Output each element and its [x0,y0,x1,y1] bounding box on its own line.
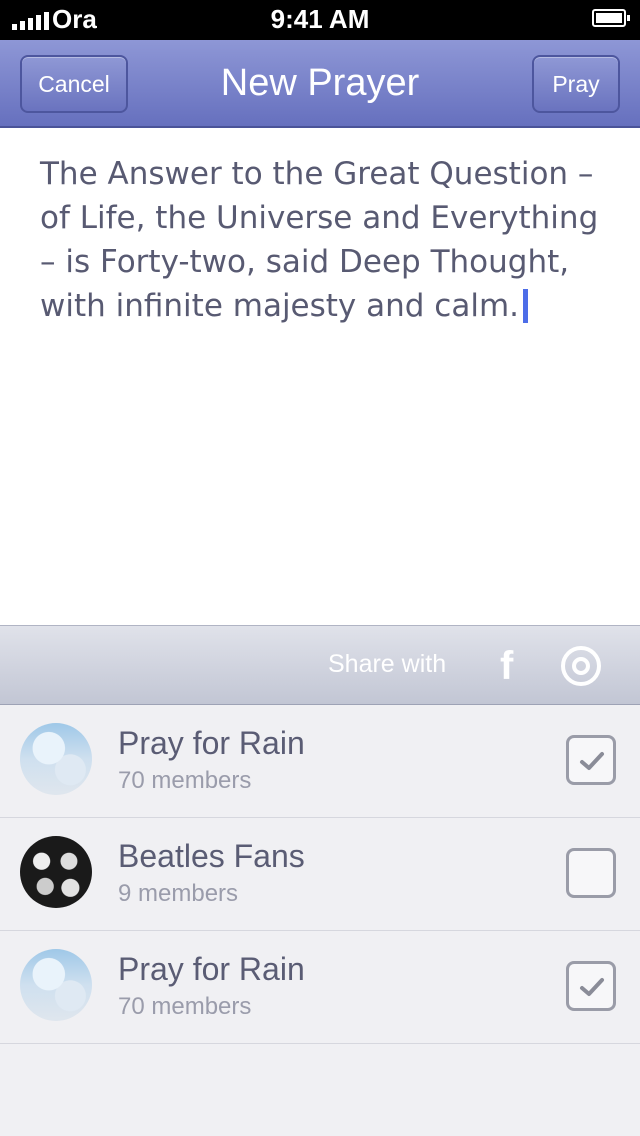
prayer-text-content[interactable]: The Answer to the Great Question – of Li… [40,152,610,328]
group-member-count: 70 members [118,993,252,1020]
circle-target-icon[interactable] [561,646,601,686]
group-member-count: 70 members [118,767,252,794]
group-row-beatles-fans[interactable]: Beatles Fans 9 members [0,818,640,931]
group-name: Beatles Fans [118,838,305,874]
group-avatar [20,723,92,795]
group-list: Pray for Rain 70 members Beatles Fans 9 … [0,705,640,1044]
prayer-text-editor[interactable]: The Answer to the Great Question – of Li… [0,128,640,625]
battery-icon [592,9,630,27]
group-avatar [20,949,92,1021]
prayer-text: The Answer to the Great Question – of Li… [40,156,599,324]
pray-button[interactable]: Pray [532,55,620,113]
share-bar: Share with f [0,625,640,705]
status-time: 9:41 AM [270,4,370,34]
group-checkbox[interactable] [566,848,616,898]
status-bar: Ora 9:41 AM [0,0,640,40]
checkmark-icon [580,752,604,770]
navigation-bar: Cancel New Prayer Pray [0,40,640,128]
text-caret [523,289,529,323]
group-checkbox[interactable] [566,735,616,785]
group-avatar [20,836,92,908]
group-row-pray-for-rain[interactable]: Pray for Rain 70 members [0,931,640,1044]
group-name: Pray for Rain [118,725,305,761]
checkmark-icon [580,978,604,996]
facebook-icon[interactable]: f [500,644,513,689]
group-member-count: 9 members [118,880,239,907]
group-checkbox[interactable] [566,961,616,1011]
group-row-pray-for-rain[interactable]: Pray for Rain 70 members [0,705,640,818]
group-name: Pray for Rain [118,951,305,987]
share-with-label: Share with [328,650,447,678]
